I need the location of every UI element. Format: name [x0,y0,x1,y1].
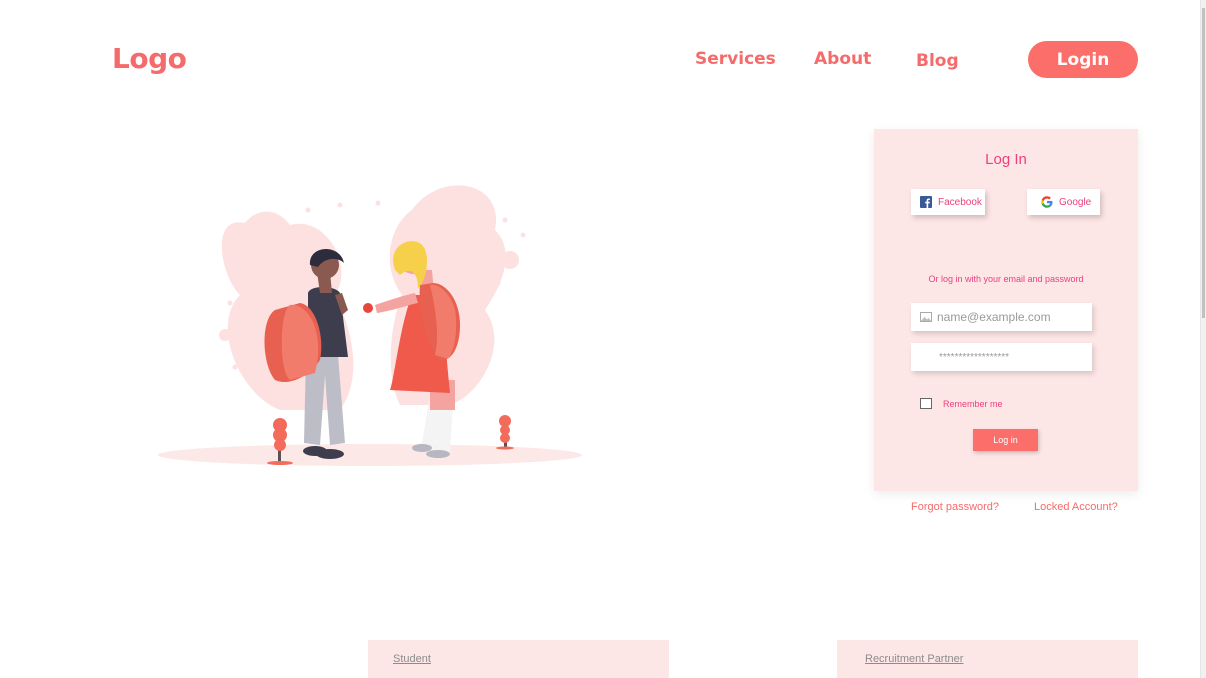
remember-me-label: Remember me [943,398,1003,409]
students-illustration [158,185,582,466]
remember-me-checkbox[interactable] [920,398,932,409]
student-tab: Student [368,640,669,678]
vertical-scrollbar[interactable] [1200,0,1206,678]
recruitment-partner-tab: Recruitment Partner [837,640,1138,678]
google-login-button[interactable]: Google [1027,189,1100,215]
login-submit-button[interactable]: Log in [973,429,1038,451]
scrollbar-thumb[interactable] [1202,8,1205,318]
image-icon [920,312,932,322]
email-field[interactable]: name@example.com [911,303,1092,331]
facebook-icon [920,196,932,208]
facebook-label: Facebook [938,196,982,208]
google-label: Google [1059,196,1092,208]
nav-blog[interactable]: Blog [916,51,959,71]
login-card-title: Log In [985,151,1027,168]
header-login-button[interactable]: Login [1028,41,1138,78]
recruitment-partner-link[interactable]: Recruitment Partner [865,653,963,665]
google-icon [1041,196,1053,208]
or-login-text: Or log in with your email and password [928,274,1084,284]
facebook-login-button[interactable]: Facebook [911,189,985,215]
student-link[interactable]: Student [393,653,431,665]
email-placeholder: name@example.com [937,310,1051,324]
logo[interactable]: Logo [112,42,187,75]
nav-about[interactable]: About [814,49,871,69]
forgot-password-link[interactable]: Forgot password? [911,501,999,513]
password-field[interactable]: ****************** [911,343,1092,371]
nav-services[interactable]: Services [695,49,776,69]
locked-account-link[interactable]: Locked Account? [1034,501,1118,513]
login-card: Log In Facebook Google Or log in with yo… [874,129,1138,491]
password-value: ****************** [939,351,1010,363]
remember-me: Remember me [920,398,1003,409]
